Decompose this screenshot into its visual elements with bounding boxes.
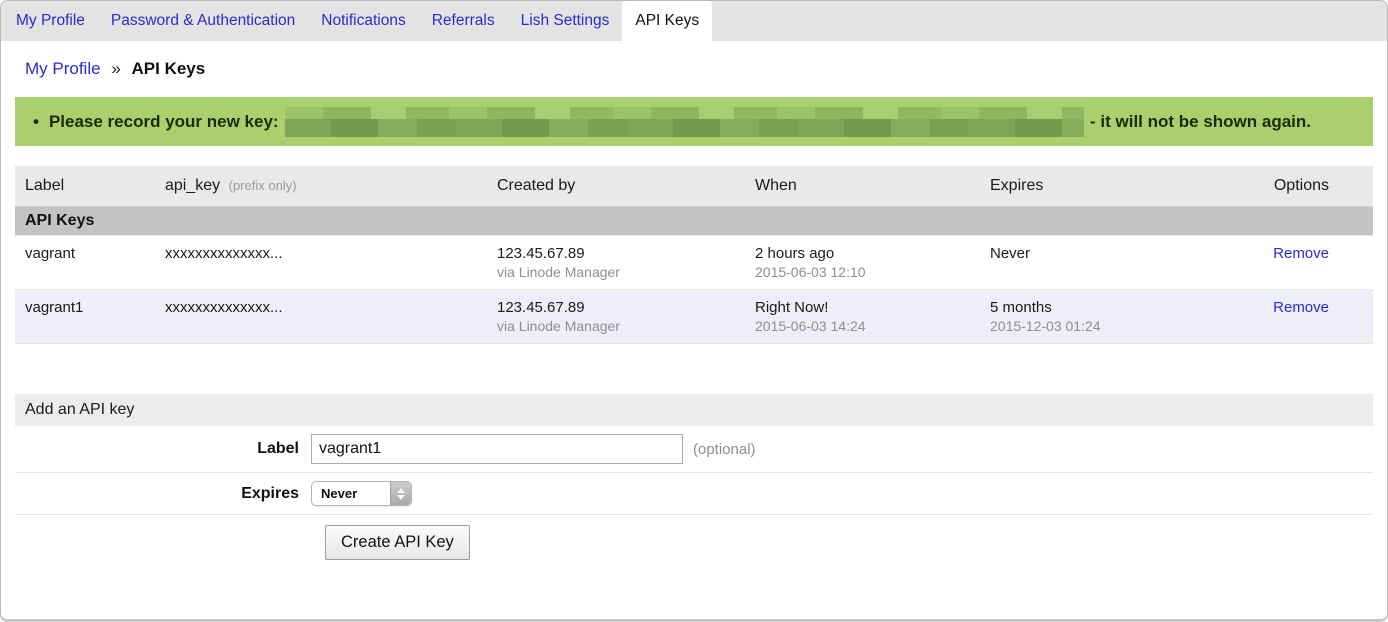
cell-label: vagrant1 [15, 290, 155, 344]
tab-notifications[interactable]: Notifications [308, 1, 418, 41]
select-stepper-icon [390, 482, 411, 505]
expires-select[interactable]: Never [311, 481, 412, 506]
when-relative: 2 hours ago [755, 245, 970, 262]
breadcrumb: My Profile » API Keys [1, 41, 1387, 93]
cell-options: Remove [1252, 290, 1373, 344]
remove-key-link[interactable]: Remove [1273, 245, 1329, 262]
page-title: API Keys [132, 59, 206, 78]
created-ip: 123.45.67.89 [497, 245, 735, 262]
optional-note: (optional) [693, 441, 756, 458]
label-field-caption: Label [15, 440, 311, 458]
col-header-created-by: Created by [487, 166, 745, 207]
tab-api-keys[interactable]: API Keys [622, 1, 712, 41]
create-api-key-button[interactable]: Create API Key [325, 525, 470, 560]
when-relative: Right Now! [755, 299, 970, 316]
when-date: 2015-06-03 14:24 [755, 318, 970, 334]
breadcrumb-separator: » [111, 59, 120, 78]
remove-key-link[interactable]: Remove [1273, 299, 1329, 316]
redacted-api-key [285, 107, 1084, 137]
col-header-when: When [745, 166, 980, 207]
add-api-key-section-title: Add an API key [15, 394, 1373, 426]
banner-bullet: • [33, 112, 39, 132]
expires-date: 2015-12-03 01:24 [990, 318, 1242, 334]
tab-my-profile[interactable]: My Profile [3, 1, 98, 41]
created-ip: 123.45.67.89 [497, 299, 735, 316]
col-header-api-key-note: (prefix only) [229, 178, 297, 193]
submit-row: Create API Key [15, 515, 1373, 560]
cell-when: 2 hours ago 2015-06-03 12:10 [745, 236, 980, 290]
expires-relative: Never [990, 245, 1242, 262]
expires-field-row: Expires Never [15, 473, 1373, 515]
new-key-notice-banner: • Please record your new key: - it will … [15, 97, 1373, 146]
expires-field-caption: Expires [15, 485, 311, 503]
col-header-expires: Expires [980, 166, 1252, 207]
profile-tab-bar: My Profile Password & Authentication Not… [1, 1, 1387, 41]
cell-label: vagrant [15, 236, 155, 290]
cell-api-key: xxxxxxxxxxxxxx... [155, 236, 487, 290]
cell-created-by: 123.45.67.89 via Linode Manager [487, 236, 745, 290]
col-header-api-key-text: api_key [165, 177, 220, 194]
cell-expires: 5 months 2015-12-03 01:24 [980, 290, 1252, 344]
expires-select-value: Never [312, 486, 390, 501]
created-via: via Linode Manager [497, 264, 735, 280]
cell-created-by: 123.45.67.89 via Linode Manager [487, 290, 745, 344]
add-api-key-form: Label (optional) Expires Never Create AP… [15, 426, 1373, 560]
table-row: vagrant xxxxxxxxxxxxxx... 123.45.67.89 v… [15, 236, 1373, 290]
banner-message-prefix: Please record your new key: [49, 112, 279, 132]
table-row: vagrant1 xxxxxxxxxxxxxx... 123.45.67.89 … [15, 290, 1373, 344]
tab-lish-settings[interactable]: Lish Settings [508, 1, 623, 41]
linode-manager-window: My Profile Password & Authentication Not… [0, 0, 1388, 622]
expires-relative: 5 months [990, 299, 1242, 316]
col-header-label: Label [15, 166, 155, 207]
col-header-api-key: api_key (prefix only) [155, 166, 487, 207]
table-header-row: Label api_key (prefix only) Created by W… [15, 166, 1373, 207]
cell-api-key: xxxxxxxxxxxxxx... [155, 290, 487, 344]
label-input[interactable] [311, 434, 683, 464]
created-via: via Linode Manager [497, 318, 735, 334]
cell-when: Right Now! 2015-06-03 14:24 [745, 290, 980, 344]
table-title: API Keys [15, 207, 1373, 236]
api-keys-table: API Keys Label api_key (prefix only) Cre… [15, 166, 1373, 344]
banner-message-suffix: - it will not be shown again. [1090, 112, 1311, 132]
label-field-row: Label (optional) [15, 426, 1373, 473]
when-date: 2015-06-03 12:10 [755, 264, 970, 280]
cell-expires: Never [980, 236, 1252, 290]
tab-password-authentication[interactable]: Password & Authentication [98, 1, 308, 41]
tab-referrals[interactable]: Referrals [419, 1, 508, 41]
cell-options: Remove [1252, 236, 1373, 290]
breadcrumb-my-profile-link[interactable]: My Profile [25, 59, 101, 78]
col-header-options: Options [1252, 166, 1373, 207]
